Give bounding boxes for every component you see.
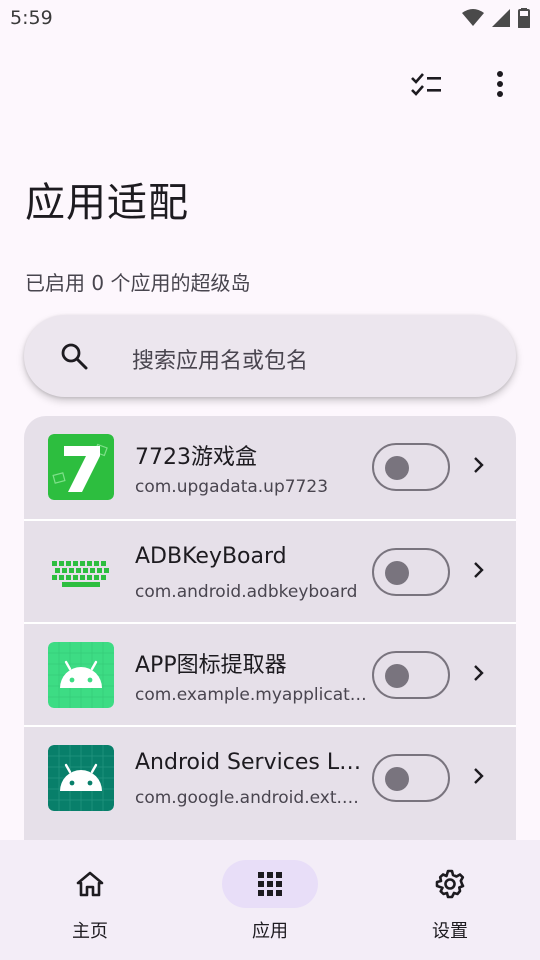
app-list: 7723游戏盒 com.upgadata.up7723 ADBKeyBoard … <box>24 416 516 840</box>
app-icon-android-teal <box>48 745 114 811</box>
app-row[interactable]: Android Services L… com.google.android.e… <box>24 725 516 828</box>
nav-settings-label: 设置 <box>432 921 468 942</box>
nav-home[interactable]: 主页 <box>30 860 150 950</box>
select-all-button[interactable] <box>404 62 448 106</box>
app-name: APP图标提取器 <box>135 653 287 678</box>
search-icon <box>61 343 88 370</box>
wifi-icon <box>462 9 484 26</box>
nav-home-pill <box>42 860 138 908</box>
app-row[interactable]: 7723游戏盒 com.upgadata.up7723 <box>24 416 516 519</box>
toggle-knob <box>385 767 409 791</box>
search-bar[interactable]: 搜索应用名或包名 <box>24 315 516 397</box>
toggle-knob <box>385 456 409 480</box>
nav-home-label: 主页 <box>72 921 108 942</box>
checklist-icon <box>411 73 441 96</box>
app-toggle[interactable] <box>372 443 450 491</box>
apps-grid-icon <box>258 872 282 896</box>
top-actions <box>404 62 522 106</box>
app-row[interactable]: ADBKeyBoard com.android.adbkeyboard <box>24 519 516 622</box>
app-icon-keyboard <box>48 539 114 605</box>
chevron-right-icon[interactable] <box>466 764 490 788</box>
nav-settings-pill <box>402 860 498 908</box>
toggle-knob <box>385 561 409 585</box>
page-title: 应用适配 <box>25 180 189 226</box>
nav-apps-pill <box>222 860 318 908</box>
enabled-count-text: 已启用 0 个应用的超级岛 <box>25 271 251 295</box>
app-row[interactable]: APP图标提取器 com.example.myapplicat… <box>24 622 516 725</box>
app-package: com.google.android.ext.s… <box>135 788 367 808</box>
gear-icon <box>435 869 465 899</box>
app-icon-android-green <box>48 642 114 708</box>
app-name: 7723游戏盒 <box>135 445 257 470</box>
app-package: com.upgadata.up7723 <box>135 477 329 497</box>
status-time: 5:59 <box>10 7 53 29</box>
search-placeholder: 搜索应用名或包名 <box>132 349 309 374</box>
app-name: ADBKeyBoard <box>135 544 287 569</box>
status-icons <box>462 8 530 28</box>
chevron-right-icon[interactable] <box>466 453 490 477</box>
app-icon-7723 <box>48 434 114 500</box>
home-icon <box>76 871 104 897</box>
nav-apps-label: 应用 <box>252 921 288 942</box>
battery-icon <box>518 8 530 28</box>
app-toggle[interactable] <box>372 548 450 596</box>
more-vert-icon <box>497 71 503 97</box>
chevron-right-icon[interactable] <box>466 661 490 685</box>
more-options-button[interactable] <box>478 62 522 106</box>
chevron-right-icon[interactable] <box>466 558 490 582</box>
bottom-nav: 主页 应用 设置 <box>0 840 540 960</box>
app-name: Android Services L… <box>135 750 362 775</box>
nav-settings[interactable]: 设置 <box>390 860 510 950</box>
signal-icon <box>492 9 510 27</box>
app-toggle[interactable] <box>372 754 450 802</box>
nav-apps[interactable]: 应用 <box>210 860 330 950</box>
app-package: com.android.adbkeyboard <box>135 582 358 602</box>
toggle-knob <box>385 664 409 688</box>
status-bar: 5:59 <box>0 0 540 38</box>
app-package: com.example.myapplicat… <box>135 685 367 705</box>
app-toggle[interactable] <box>372 651 450 699</box>
